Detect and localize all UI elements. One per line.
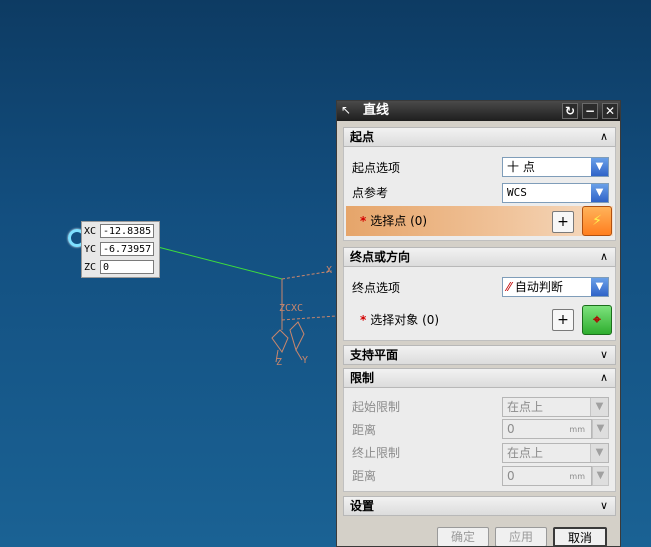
- wcs-cone-z: [271, 329, 289, 354]
- coord-label: ZC: [84, 261, 97, 273]
- chevron-down-icon[interactable]: ∨: [597, 348, 611, 362]
- inferred-point-icon[interactable]: ⚡: [582, 206, 612, 236]
- axis-label-zc: ZC: [279, 303, 292, 314]
- start-distance-input[interactable]: 0 mm: [502, 419, 592, 439]
- start-option-select[interactable]: 十 点 ▼: [502, 157, 609, 177]
- end-distance-input[interactable]: 0 mm: [502, 466, 592, 486]
- end-limit-label: 终止限制: [352, 446, 401, 460]
- unit-label: mm: [569, 425, 585, 434]
- section-settings-title: 设置: [350, 499, 375, 513]
- select-object-row[interactable]: * 选择对象 (0) + ⌖: [346, 305, 613, 335]
- start-limit-value: 在点上: [507, 400, 544, 414]
- section-limits-title: 限制: [350, 371, 375, 385]
- section-start-header[interactable]: 起点 ∧: [343, 127, 616, 147]
- end-distance-value: 0: [507, 469, 515, 483]
- start-option-label: 起点选项: [352, 161, 401, 175]
- section-end-body: 终点选项 ⁄⁄ 自动判断 ▼ * 选择对象 (0) + ⌖: [343, 267, 616, 341]
- section-support-header[interactable]: 支持平面 ∨: [343, 345, 616, 365]
- close-icon[interactable]: ✕: [602, 103, 618, 119]
- coord-row-xc: XC -12.8385: [84, 223, 154, 239]
- point-ref-value: WCS: [507, 186, 527, 199]
- start-distance-value: 0: [507, 422, 515, 436]
- axis-label-x: X: [326, 265, 333, 276]
- wcs-cone-y: [289, 321, 305, 352]
- chevron-down-icon[interactable]: ▼: [591, 158, 608, 176]
- coordinate-entry-box: XC -12.8385 YC -6.73957 ZC 0: [81, 221, 160, 278]
- point-dialog-icon[interactable]: +: [552, 309, 574, 331]
- minimize-icon[interactable]: −: [582, 103, 598, 119]
- coord-label: XC: [84, 225, 97, 237]
- apply-button[interactable]: 应用: [495, 527, 547, 546]
- yc-input[interactable]: -6.73957: [100, 242, 154, 256]
- end-limit-value: 在点上: [507, 446, 544, 460]
- dialog-titlebar[interactable]: ↖ 直线 ↻ − ✕: [337, 101, 620, 121]
- distance-options-icon[interactable]: ▼: [592, 419, 609, 439]
- unit-label: mm: [569, 472, 585, 481]
- start-limit-select[interactable]: 在点上 ▼: [502, 397, 609, 417]
- chevron-up-icon[interactable]: ∧: [597, 130, 611, 144]
- start-limit-label: 起始限制: [352, 400, 401, 414]
- chevron-down-icon[interactable]: ▼: [591, 278, 608, 296]
- section-settings-header[interactable]: 设置 ∨: [343, 496, 616, 516]
- crosshair-select-icon[interactable]: ⌖: [582, 305, 612, 335]
- reset-icon[interactable]: ↻: [562, 103, 578, 119]
- end-option-value: ⁄⁄ 自动判断: [507, 280, 563, 294]
- end-option-label: 终点选项: [352, 281, 401, 295]
- line-dialog: ↖ 直线 ↻ − ✕ 起点 ∧ 起点选项 十 点 ▼ 点参考 WCS ▼ * 选择…: [336, 100, 621, 547]
- line-tool-icon: ↖: [341, 103, 352, 117]
- section-start-body: 起点选项 十 点 ▼ 点参考 WCS ▼ * 选择点 (0) + ⚡: [343, 147, 616, 241]
- wcs-xc-axis: [281, 315, 337, 321]
- start-option-value: 十 点: [507, 160, 535, 174]
- point-ref-label: 点参考: [352, 186, 389, 200]
- end-distance-label: 距离: [352, 469, 377, 483]
- distance-options-icon[interactable]: ▼: [592, 466, 609, 486]
- dialog-title: 直线: [363, 103, 390, 118]
- section-start-title: 起点: [350, 130, 375, 144]
- select-object-label: * 选择对象 (0): [360, 313, 440, 327]
- section-end-header[interactable]: 终点或方向 ∧: [343, 247, 616, 267]
- end-limit-select[interactable]: 在点上 ▼: [502, 443, 609, 463]
- select-point-row[interactable]: * 选择点 (0) + ⚡: [346, 206, 613, 236]
- cancel-button[interactable]: 取消: [553, 527, 607, 546]
- section-limits-body: 起始限制 在点上 ▼ 距离 0 mm ▼ 终止限制 在点上 ▼ 距离 0 mm …: [343, 388, 616, 492]
- point-ref-select[interactable]: WCS ▼: [502, 183, 609, 203]
- zc-input[interactable]: 0: [100, 260, 154, 274]
- select-point-label: * 选择点 (0): [360, 214, 428, 228]
- section-support-title: 支持平面: [350, 348, 399, 362]
- ok-button[interactable]: 确定: [437, 527, 489, 546]
- section-limits-header[interactable]: 限制 ∧: [343, 368, 616, 388]
- xc-input[interactable]: -12.8385: [100, 224, 154, 238]
- chevron-up-icon[interactable]: ∧: [597, 250, 611, 264]
- coord-label: YC: [84, 243, 97, 255]
- section-end-title: 终点或方向: [350, 250, 411, 264]
- chevron-down-icon[interactable]: ▼: [590, 398, 608, 416]
- axis-label-xc: XC: [291, 303, 304, 314]
- axis-label-y: Y: [302, 355, 309, 366]
- coord-row-zc: ZC 0: [84, 259, 154, 275]
- axis-label-z: Z: [276, 357, 283, 368]
- start-distance-label: 距离: [352, 423, 377, 437]
- end-option-select[interactable]: ⁄⁄ 自动判断 ▼: [502, 277, 609, 297]
- chevron-down-icon[interactable]: ∨: [597, 499, 611, 513]
- chevron-down-icon[interactable]: ▼: [590, 444, 608, 462]
- coord-row-yc: YC -6.73957: [84, 241, 154, 257]
- point-dialog-icon[interactable]: +: [552, 211, 574, 233]
- chevron-down-icon[interactable]: ▼: [591, 184, 608, 202]
- wcs-x-axis: [281, 270, 333, 280]
- rubber-band-line: [153, 245, 283, 280]
- chevron-up-icon[interactable]: ∧: [597, 371, 611, 385]
